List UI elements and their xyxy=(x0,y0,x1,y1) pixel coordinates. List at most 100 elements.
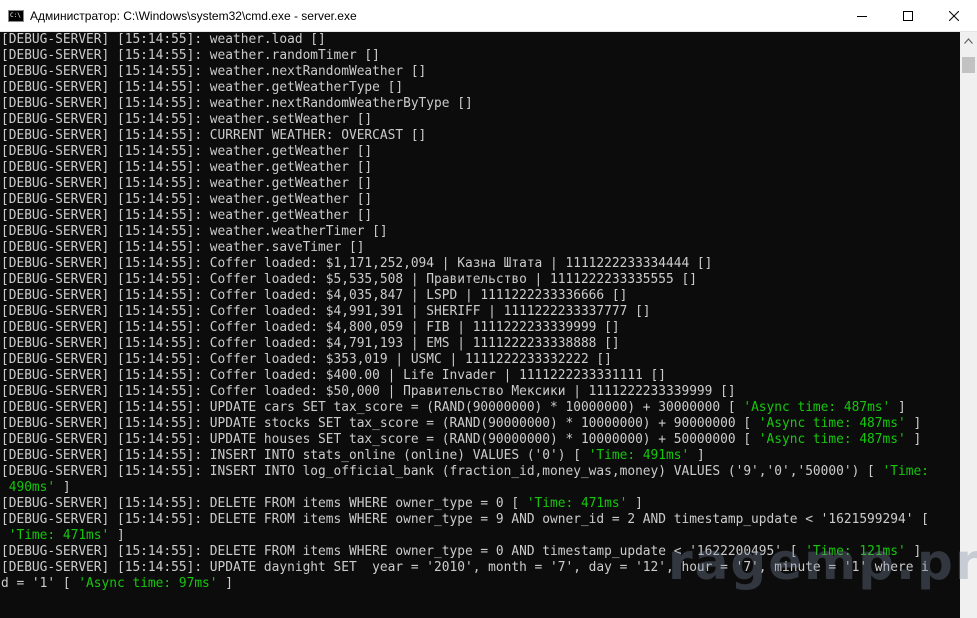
console-line: [DEBUG-SERVER] [15:14:55]: Coffer loaded… xyxy=(0,288,960,304)
timing-text: 490ms' xyxy=(1,480,56,495)
log-text: [DEBUG-SERVER] [15:14:55]: Coffer loaded… xyxy=(1,384,736,399)
console-line: [DEBUG-SERVER] [15:14:55]: weather.load … xyxy=(0,32,960,48)
log-text: [DEBUG-SERVER] [15:14:55]: weather.getWe… xyxy=(1,80,404,95)
console-line: d = '1' [ 'Async time: 97ms' ] xyxy=(0,576,960,592)
console-line: [DEBUG-SERVER] [15:14:55]: DELETE FROM i… xyxy=(0,544,960,560)
log-text: [DEBUG-SERVER] [15:14:55]: UPDATE cars S… xyxy=(1,400,744,415)
log-text: [DEBUG-SERVER] [15:14:55]: UPDATE stocks… xyxy=(1,416,759,431)
console-line: [DEBUG-SERVER] [15:14:55]: weather.getWe… xyxy=(0,176,960,192)
log-text: [DEBUG-SERVER] [15:14:55]: Coffer loaded… xyxy=(1,304,651,319)
console-line: [DEBUG-SERVER] [15:14:55]: weather.getWe… xyxy=(0,160,960,176)
console-line: [DEBUG-SERVER] [15:14:55]: Coffer loaded… xyxy=(0,368,960,384)
log-text: [DEBUG-SERVER] [15:14:55]: Coffer loaded… xyxy=(1,256,713,271)
console-line: [DEBUG-SERVER] [15:14:55]: Coffer loaded… xyxy=(0,304,960,320)
console-line: [DEBUG-SERVER] [15:14:55]: weather.rando… xyxy=(0,48,960,64)
console-line: [DEBUG-SERVER] [15:14:55]: DELETE FROM i… xyxy=(0,512,960,528)
maximize-icon xyxy=(903,10,913,21)
log-text: [DEBUG-SERVER] [15:14:55]: DELETE FROM i… xyxy=(1,512,929,527)
cmd-icon: C:\ xyxy=(8,9,24,22)
log-text: [DEBUG-SERVER] [15:14:55]: weather.weath… xyxy=(1,224,388,239)
timing-text: 'Time: 471ms' xyxy=(526,496,628,511)
timing-text: 'Async time: 487ms' xyxy=(758,432,906,447)
log-text: [DEBUG-SERVER] [15:14:55]: UPDATE daynig… xyxy=(1,560,929,575)
close-icon xyxy=(949,10,959,21)
log-text: ] xyxy=(905,416,922,431)
timing-text: 'Time: xyxy=(882,464,929,479)
log-text: [DEBUG-SERVER] [15:14:55]: Coffer loaded… xyxy=(1,272,697,287)
log-text: ] xyxy=(890,400,906,415)
console-line: [DEBUG-SERVER] [15:14:55]: weather.getWe… xyxy=(0,208,960,224)
log-text: [DEBUG-SERVER] [15:14:55]: Coffer loaded… xyxy=(1,336,620,351)
timing-text: 'Async time: 97ms' xyxy=(78,576,218,591)
log-text: [DEBUG-SERVER] [15:14:55]: Coffer loaded… xyxy=(1,352,612,367)
console-line: [DEBUG-SERVER] [15:14:55]: weather.getWe… xyxy=(0,144,960,160)
console-line: [DEBUG-SERVER] [15:14:55]: Coffer loaded… xyxy=(0,384,960,400)
timing-text: 'Time: 121ms' xyxy=(805,544,906,559)
log-text: [DEBUG-SERVER] [15:14:55]: CURRENT WEATH… xyxy=(1,128,427,143)
console-line: [DEBUG-SERVER] [15:14:55]: INSERT INTO l… xyxy=(0,464,960,480)
minimize-icon xyxy=(857,15,867,17)
console-line: [DEBUG-SERVER] [15:14:55]: weather.saveT… xyxy=(0,240,960,256)
console-line: [DEBUG-SERVER] [15:14:55]: weather.nextR… xyxy=(0,64,960,80)
window-title: Администратор: C:\Windows\system32\cmd.e… xyxy=(30,8,357,23)
console-line: [DEBUG-SERVER] [15:14:55]: DELETE FROM i… xyxy=(0,496,960,512)
log-text: [DEBUG-SERVER] [15:14:55]: weather.rando… xyxy=(1,48,380,63)
console-line: [DEBUG-SERVER] [15:14:55]: UPDATE stocks… xyxy=(0,416,960,432)
log-text: [DEBUG-SERVER] [15:14:55]: weather.getWe… xyxy=(1,144,373,159)
timing-text: 'Time: 491ms' xyxy=(588,448,690,463)
console-output[interactable]: [DEBUG-SERVER] [15:14:55]: weather.load … xyxy=(0,32,960,618)
log-text: [DEBUG-SERVER] [15:14:55]: weather.setWe… xyxy=(1,112,373,127)
timing-text: 'Time: 471ms' xyxy=(8,528,110,543)
scroll-thumb[interactable] xyxy=(962,57,975,73)
log-text: [DEBUG-SERVER] [15:14:55]: INSERT INTO l… xyxy=(1,464,883,479)
console-line: [DEBUG-SERVER] [15:14:55]: UPDATE daynig… xyxy=(0,560,960,576)
minimize-button[interactable] xyxy=(839,0,885,31)
log-text: ] xyxy=(689,448,705,463)
log-text: ] xyxy=(905,544,922,559)
log-text: [DEBUG-SERVER] [15:14:55]: weather.getWe… xyxy=(1,176,373,191)
log-text: [DEBUG-SERVER] [15:14:55]: INSERT INTO s… xyxy=(1,448,589,463)
console-line: [DEBUG-SERVER] [15:14:55]: Coffer loaded… xyxy=(0,256,960,272)
log-text: [DEBUG-SERVER] [15:14:55]: weather.getWe… xyxy=(1,160,373,175)
console-line: [DEBUG-SERVER] [15:14:55]: Coffer loaded… xyxy=(0,336,960,352)
console-line: [DEBUG-SERVER] [15:14:55]: Coffer loaded… xyxy=(0,272,960,288)
maximize-button[interactable] xyxy=(885,0,931,31)
console-line: [DEBUG-SERVER] [15:14:55]: weather.nextR… xyxy=(0,96,960,112)
console-line: [DEBUG-SERVER] [15:14:55]: weather.setWe… xyxy=(0,112,960,128)
console-line: 490ms' ] xyxy=(0,480,960,496)
console-line: 'Time: 471ms' ] xyxy=(0,528,960,544)
console-line: [DEBUG-SERVER] [15:14:55]: INSERT INTO s… xyxy=(0,448,960,464)
log-text: [DEBUG-SERVER] [15:14:55]: weather.nextR… xyxy=(1,96,473,111)
log-text: ] xyxy=(109,528,125,543)
log-text: [DEBUG-SERVER] [15:14:55]: UPDATE houses… xyxy=(1,432,759,447)
log-text: [DEBUG-SERVER] [15:14:55]: DELETE FROM i… xyxy=(1,544,806,559)
title-bar[interactable]: C:\ Администратор: C:\Windows\system32\c… xyxy=(0,0,977,32)
console-window: C:\ Администратор: C:\Windows\system32\c… xyxy=(0,0,977,618)
log-text: ] xyxy=(627,496,643,511)
log-text: [DEBUG-SERVER] [15:14:55]: weather.load … xyxy=(1,32,326,47)
log-text: [DEBUG-SERVER] [15:14:55]: weather.saveT… xyxy=(1,240,365,255)
console-line: [DEBUG-SERVER] [15:14:55]: UPDATE cars S… xyxy=(0,400,960,416)
log-text: ] xyxy=(55,480,71,495)
log-text: [DEBUG-SERVER] [15:14:55]: weather.getWe… xyxy=(1,192,373,207)
timing-text: 'Async time: 487ms' xyxy=(758,416,906,431)
console-line: [DEBUG-SERVER] [15:14:55]: weather.getWe… xyxy=(0,80,960,96)
console-line: [DEBUG-SERVER] [15:14:55]: Coffer loaded… xyxy=(0,320,960,336)
log-text: [DEBUG-SERVER] [15:14:55]: Coffer loaded… xyxy=(1,320,620,335)
log-text: [DEBUG-SERVER] [15:14:55]: DELETE FROM i… xyxy=(1,496,527,511)
window-controls xyxy=(839,0,977,31)
log-text: [DEBUG-SERVER] [15:14:55]: weather.nextR… xyxy=(1,64,427,79)
arrow-up-icon xyxy=(964,37,973,44)
vertical-scrollbar[interactable] xyxy=(960,32,977,618)
log-text: ] xyxy=(217,576,233,591)
log-text: ] xyxy=(905,432,922,447)
log-text: d = '1' [ xyxy=(1,576,79,591)
console-line: [DEBUG-SERVER] [15:14:55]: CURRENT WEATH… xyxy=(0,128,960,144)
scroll-up-button[interactable] xyxy=(960,32,977,49)
console-line: [DEBUG-SERVER] [15:14:55]: weather.getWe… xyxy=(0,192,960,208)
console-line: [DEBUG-SERVER] [15:14:55]: UPDATE houses… xyxy=(0,432,960,448)
timing-text: 'Async time: 487ms' xyxy=(743,400,891,415)
log-text: [DEBUG-SERVER] [15:14:55]: Coffer loaded… xyxy=(1,288,628,303)
close-button[interactable] xyxy=(931,0,977,31)
